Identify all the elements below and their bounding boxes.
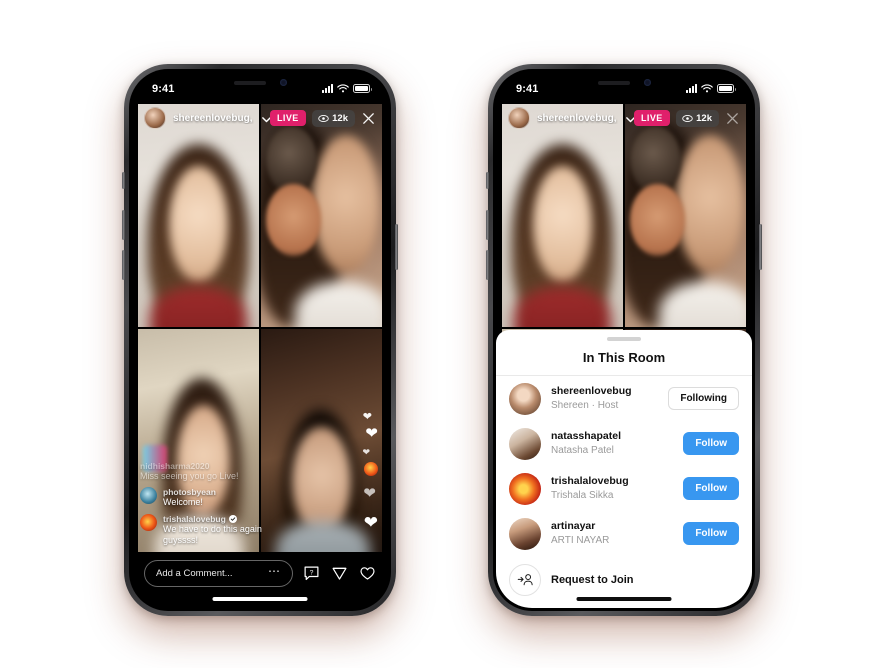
phone-right: shereenlovebug, n... LIVE 12k — [486, 64, 762, 616]
follow-button[interactable]: Follow — [683, 522, 739, 545]
avatar[interactable] — [509, 517, 541, 550]
screen-left: shereenlovebug, n... LIVE 12k — [132, 72, 388, 608]
add-person-icon — [509, 564, 541, 596]
list-item[interactable]: artinayar ARTI NAYAR Follow — [496, 511, 752, 556]
home-indicator[interactable] — [576, 597, 672, 601]
comment-text: Miss seeing you go Live! — [140, 471, 239, 481]
status-indicators — [322, 80, 372, 98]
sheet-title: In This Room — [496, 341, 752, 376]
participant-info: trishalalovebug Trishala Sikka — [551, 475, 673, 501]
participant-info: shereenlovebug Shereen · Host — [551, 385, 658, 411]
volume-up-button[interactable] — [122, 210, 125, 240]
phone-bezel: shereenlovebug, n... LIVE 12k — [129, 69, 391, 611]
phone-left: shereenlovebug, n... LIVE 12k — [122, 64, 398, 616]
avatar[interactable] — [509, 472, 541, 505]
comment-text: Welcome! — [163, 497, 203, 508]
ellipsis-icon[interactable]: ⋯ — [268, 565, 281, 577]
comment-stream: nidhisharma2020 Miss seeing you go Live!… — [140, 461, 290, 546]
comment-item: photosbyean Welcome! — [140, 487, 290, 508]
status-time: 9:41 — [152, 82, 175, 95]
share-icon[interactable] — [331, 565, 348, 582]
earpiece-speaker — [233, 80, 266, 85]
comment-username[interactable]: nidhisharma2020 — [140, 461, 239, 471]
signal-bars-icon — [686, 84, 697, 93]
verified-badge-icon — [228, 514, 237, 523]
wifi-icon — [701, 80, 713, 98]
comment-username-label: trishalalovebug — [163, 513, 226, 524]
comment-text: We have to do this again guyssss! — [163, 523, 262, 545]
avatar[interactable] — [509, 382, 541, 415]
video-tile-guest-1[interactable] — [625, 104, 746, 327]
list-item[interactable]: shereenlovebug Shereen · Host Following — [496, 376, 752, 421]
in-this-room-sheet: In This Room shereenlovebug Shereen · Ho… — [496, 330, 752, 608]
participant-subtitle: Natasha Patel — [551, 444, 614, 456]
live-action-icons: ? — [303, 565, 376, 582]
battery-icon — [353, 84, 372, 93]
power-button[interactable] — [395, 224, 398, 270]
battery-icon — [717, 84, 736, 93]
comment-username[interactable]: trishalalovebug — [163, 514, 290, 524]
notch — [572, 72, 676, 93]
avatar[interactable] — [509, 427, 541, 460]
volume-up-button[interactable] — [486, 210, 489, 240]
comment-username[interactable]: photosbyean — [163, 487, 216, 497]
participant-info: artinayar ARTI NAYAR — [551, 520, 673, 546]
participant-info: natasshapatel Natasha Patel — [551, 430, 673, 456]
request-to-join-label: Request to Join — [551, 574, 634, 586]
status-time: 9:41 — [516, 82, 539, 95]
video-tile-guest-1[interactable] — [261, 104, 382, 327]
comment-input[interactable]: Add a Comment... ⋯ — [144, 559, 293, 587]
video-tile-host[interactable] — [502, 104, 623, 327]
participant-username: shereenlovebug — [551, 385, 632, 398]
follow-button[interactable]: Follow — [683, 432, 739, 455]
participant-subtitle: ARTI NAYAR — [551, 534, 610, 546]
avatar[interactable] — [140, 513, 157, 531]
power-button[interactable] — [759, 224, 762, 270]
participant-subtitle: Shereen · Host — [551, 399, 619, 411]
participant-username: natasshapatel — [551, 430, 622, 443]
question-icon[interactable]: ? — [303, 565, 320, 582]
home-indicator[interactable] — [212, 597, 308, 601]
mute-switch[interactable] — [486, 172, 489, 189]
heart-icon[interactable] — [359, 565, 376, 582]
volume-down-button[interactable] — [122, 250, 125, 280]
wifi-icon — [337, 80, 349, 98]
participant-username: trishalalovebug — [551, 475, 629, 488]
phone-bezel: shereenlovebug, n... LIVE 12k — [493, 69, 755, 611]
participant-subtitle: Trishala Sikka — [551, 489, 614, 501]
follow-button[interactable]: Follow — [683, 477, 739, 500]
volume-down-button[interactable] — [486, 250, 489, 280]
comment-item: trishalalovebug We have to do this again… — [140, 513, 290, 547]
front-camera — [279, 79, 287, 86]
screen-right: shereenlovebug, n... LIVE 12k — [496, 72, 752, 608]
comment-item: nidhisharma2020 Miss seeing you go Live! — [140, 461, 290, 482]
participant-username: artinayar — [551, 520, 596, 533]
notch — [208, 72, 312, 93]
status-indicators — [686, 80, 736, 98]
earpiece-speaker — [597, 80, 630, 85]
list-item[interactable]: natasshapatel Natasha Patel Follow — [496, 421, 752, 466]
list-item[interactable]: trishalalovebug Trishala Sikka Follow — [496, 466, 752, 511]
comment-input-placeholder: Add a Comment... — [156, 567, 233, 579]
participant-list: shereenlovebug Shereen · Host Following … — [496, 376, 752, 608]
video-tile-host[interactable] — [138, 104, 259, 327]
avatar[interactable] — [140, 487, 157, 505]
signal-bars-icon — [322, 84, 333, 93]
mute-switch[interactable] — [122, 172, 125, 189]
front-camera — [643, 79, 651, 86]
svg-text:?: ? — [310, 569, 314, 576]
following-button[interactable]: Following — [668, 387, 739, 410]
